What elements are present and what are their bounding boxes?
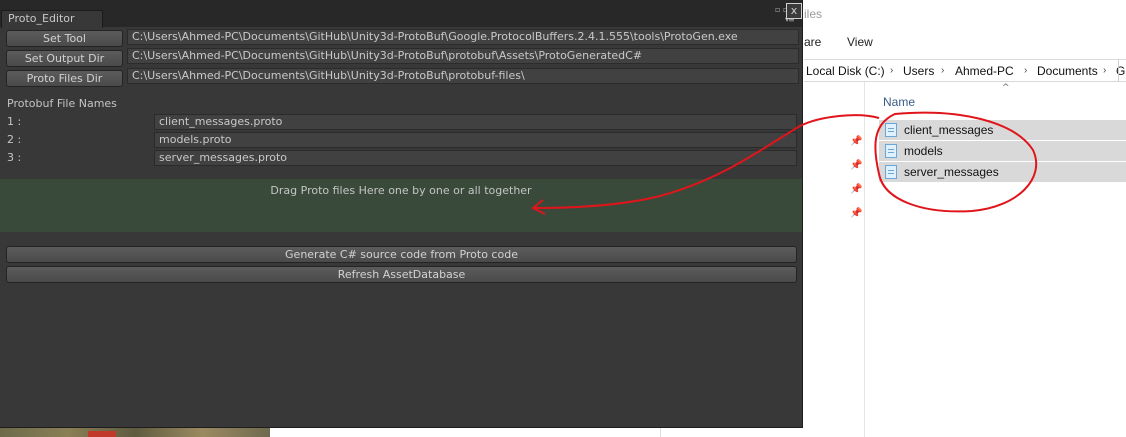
pane-divider xyxy=(660,428,661,437)
file-list-item[interactable]: server_messages xyxy=(879,162,1126,183)
editor-body: Set Tool C:\Users\Ahmed-PC\Documents\Git… xyxy=(0,27,802,427)
breadcrumb-ahmed-pc[interactable]: Ahmed-PC xyxy=(955,64,1014,78)
file-index-label: 2 : xyxy=(7,133,22,146)
proto-files-dir-button[interactable]: Proto Files Dir xyxy=(6,70,123,87)
output-dir-path-field[interactable]: C:\Users\Ahmed-PC\Documents\GitHub\Unity… xyxy=(127,48,799,64)
set-tool-button[interactable]: Set Tool xyxy=(6,30,123,47)
breadcrumb-separator-icon: › xyxy=(1024,65,1028,76)
address-bar[interactable]: Local Disk (C:) › Users › Ahmed-PC › Doc… xyxy=(804,59,1126,82)
proto-file-name-field[interactable]: models.proto xyxy=(154,132,797,148)
proto-file-icon xyxy=(885,144,897,158)
sort-ascending-icon: ^ xyxy=(1002,83,1010,93)
breadcrumb-separator-icon: › xyxy=(941,65,945,76)
pin-icon[interactable]: 📌 xyxy=(850,161,862,171)
file-list: client_messages models server_messages xyxy=(879,120,1126,183)
drag-drop-label: Drag Proto files Here one by one or all … xyxy=(270,184,532,197)
breadcrumb-users[interactable]: Users xyxy=(903,64,934,78)
proto-files-dir-path-field[interactable]: C:\Users\Ahmed-PC\Documents\GitHub\Unity… xyxy=(127,68,799,84)
tab-proto-editor[interactable]: Proto_Editor xyxy=(1,10,103,28)
pin-icon[interactable]: 📌 xyxy=(850,209,862,219)
file-list-item[interactable]: models xyxy=(879,141,1126,162)
explorer-title-fragment: iles xyxy=(804,7,823,21)
ribbon-tab-share[interactable]: are xyxy=(804,35,821,49)
close-button[interactable]: x xyxy=(786,3,802,19)
refresh-assetdatabase-button[interactable]: Refresh AssetDatabase xyxy=(6,266,797,283)
taskbar-thumbnail-strip xyxy=(0,427,270,437)
proto-file-icon xyxy=(885,165,897,179)
explorer-ribbon: are View xyxy=(804,34,1126,54)
column-header-label: Name xyxy=(883,95,916,109)
breadcrumb-documents[interactable]: Documents xyxy=(1037,64,1098,78)
file-names-header: Protobuf File Names xyxy=(7,97,117,110)
file-name: client_messages xyxy=(904,123,994,137)
proto-file-name-field[interactable]: client_messages.proto xyxy=(154,114,797,130)
generate-csharp-button[interactable]: Generate C# source code from Proto code xyxy=(6,246,797,263)
proto-editor-window: Proto_Editor ▫ ▫ ▾≡ x Set Tool C:\Users\… xyxy=(0,0,803,428)
file-name: server_messages xyxy=(904,165,999,179)
breadcrumb-separator-icon: › xyxy=(1103,65,1107,76)
taskbar-red-element xyxy=(88,431,116,437)
proto-file-name-field[interactable]: server_messages.proto xyxy=(154,150,797,166)
set-output-dir-button[interactable]: Set Output Dir xyxy=(6,50,123,67)
file-list-item[interactable]: client_messages xyxy=(879,120,1126,141)
quick-access-pane: 📌 📌 📌 📌 xyxy=(804,82,865,437)
editor-tab-bar: Proto_Editor ▫ ▫ ▾≡ x xyxy=(0,0,802,28)
pin-icon[interactable]: 📌 xyxy=(850,137,862,147)
breadcrumb-local-disk[interactable]: Local Disk (C:) xyxy=(806,64,885,78)
tool-path-field[interactable]: C:\Users\Ahmed-PC\Documents\GitHub\Unity… xyxy=(127,29,799,45)
column-header-name[interactable]: ^ Name xyxy=(866,82,1126,120)
file-name: models xyxy=(904,144,943,158)
proto-file-icon xyxy=(885,123,897,137)
drag-drop-zone[interactable]: Drag Proto files Here one by one or all … xyxy=(0,179,802,232)
file-index-label: 3 : xyxy=(7,151,22,164)
breadcrumb-separator-icon: › xyxy=(890,65,894,76)
address-bar-scroll[interactable] xyxy=(1118,60,1126,81)
ribbon-tab-view[interactable]: View xyxy=(847,35,873,49)
pin-icon[interactable]: 📌 xyxy=(850,185,862,195)
file-index-label: 1 : xyxy=(7,115,22,128)
